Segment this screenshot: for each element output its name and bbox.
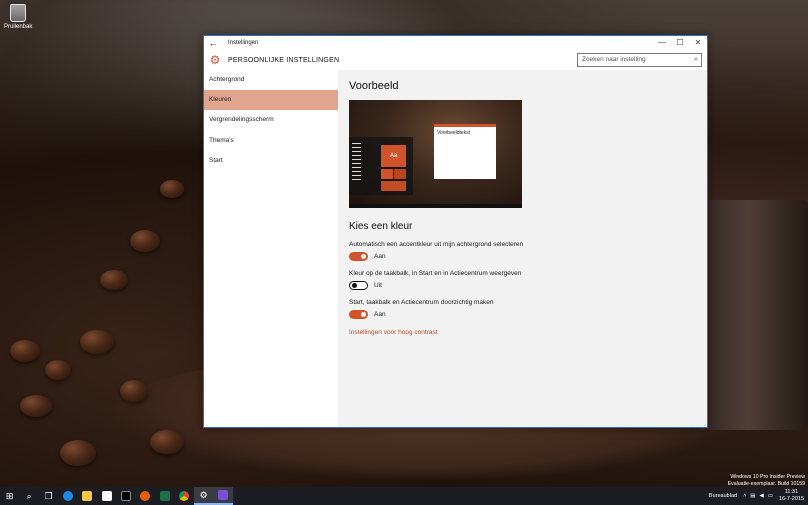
volume-icon[interactable]: ◀ (759, 493, 763, 499)
page-title: PERSOONLIJKE INSTELLINGEN (228, 56, 340, 64)
main-content: Voorbeeld Aa Voorbeeldtekst Kies een kle… (338, 70, 707, 427)
preview-taskbar (349, 204, 522, 208)
wallpaper-bean (160, 180, 184, 198)
search-icon: ⌕ (26, 490, 32, 501)
watermark-line: Windows 10 Pro Insider Preview (730, 474, 805, 480)
maximize-button[interactable]: ☐ (671, 36, 689, 50)
taskbar-chrome[interactable] (175, 487, 194, 505)
toggle-transparency[interactable]: Aan (349, 310, 707, 319)
search-icon[interactable]: ⌕ (694, 54, 698, 66)
firefox-icon (140, 491, 151, 501)
toggle-state: Aan (374, 311, 386, 318)
sidebar: Achtergrond Kleuren Vergrendelingsscherm… (204, 70, 338, 427)
taskbar-explorer[interactable] (78, 487, 97, 505)
app-icon (217, 490, 228, 500)
sidebar-item-kleuren[interactable]: Kleuren (204, 90, 338, 111)
store-icon (101, 491, 112, 501)
preview-tile-small (394, 169, 406, 179)
color-heading: Kies een kleur (349, 221, 413, 232)
option-label: Automatisch een accentkleur uit mijn ach… (349, 241, 524, 248)
preview-tile-wide (381, 181, 406, 191)
color-preview: Aa Voorbeeldtekst (349, 100, 522, 208)
toggle-state: Aan (374, 253, 386, 260)
search-input[interactable]: Zoeken naar instelling ⌕ (577, 53, 702, 67)
wallpaper-bean (80, 330, 114, 354)
recycle-bin-label: Prullenbak (4, 24, 33, 30)
recycle-bin-shortcut[interactable]: Prullenbak (4, 4, 32, 31)
recycle-bin-icon (10, 4, 26, 22)
task-view-icon: ❐ (44, 490, 53, 501)
gear-icon: ⚙ (209, 53, 221, 67)
sidebar-item-vergrendelingsscherm[interactable]: Vergrendelingsscherm (204, 110, 338, 130)
toggle-switch[interactable] (349, 252, 368, 261)
edge-icon (62, 491, 73, 501)
back-arrow-icon[interactable]: ← (204, 36, 222, 50)
wallpaper-bean (120, 380, 148, 402)
search-placeholder: Zoeken naar instelling (582, 56, 646, 63)
wallpaper-bean (60, 440, 96, 466)
system-tray: Bureaublad ˄ ▤ ◀ ▭ 11:31 16-7-2015 (709, 487, 804, 505)
gear-icon: ⚙ (199, 489, 208, 500)
chevron-up-icon[interactable]: ˄ (743, 493, 746, 499)
clock[interactable]: 11:31 16-7-2015 (779, 489, 804, 503)
title-bar: ← Instellingen — ☐ ✕ (204, 36, 707, 50)
preview-tile: Aa (381, 145, 406, 167)
windows-logo-icon: ⊞ (5, 490, 14, 501)
excel-icon (159, 491, 170, 501)
preview-heading: Voorbeeld (349, 80, 399, 92)
taskbar-firefox[interactable] (136, 487, 155, 505)
preview-list (352, 143, 361, 183)
sidebar-item-achtergrond[interactable]: Achtergrond (204, 70, 338, 90)
preview-tile-small (381, 169, 393, 179)
wallpaper-bean (100, 270, 128, 290)
task-view-button[interactable]: ❐ (39, 487, 58, 505)
folder-icon (82, 491, 93, 501)
wallpaper-bean (130, 230, 160, 252)
taskbar-settings[interactable]: ⚙ (193, 487, 214, 505)
taskbar-excel[interactable] (155, 487, 174, 505)
preview-dialog-text: Voorbeeldtekst (437, 130, 471, 136)
close-button[interactable]: ✕ (689, 36, 707, 50)
taskbar: ⊞ ⌕ ❐ ⚙ Bureaublad ˄ ▤ ◀ ▭ 11:31 16-7-20… (0, 487, 808, 505)
taskbar-edge[interactable] (58, 487, 77, 505)
taskbar-cmd[interactable] (116, 487, 135, 505)
preview-dialog: Voorbeeldtekst (434, 124, 496, 179)
toggle-switch[interactable] (349, 310, 368, 319)
toggle-auto-accent[interactable]: Aan (349, 252, 707, 261)
network-icon[interactable]: ▤ (750, 493, 755, 499)
minimize-button[interactable]: — (653, 36, 671, 50)
preview-start-menu: Aa (349, 137, 413, 195)
wallpaper-bean (45, 360, 71, 380)
clock-date: 16-7-2015 (778, 496, 804, 502)
taskbar-app[interactable] (213, 487, 233, 505)
toggle-color-taskbar[interactable]: Uit (349, 281, 707, 290)
settings-window: ← Instellingen — ☐ ✕ ⚙ PERSOONLIJKE INST… (203, 35, 708, 428)
option-label: Start, taakbalk en Actiecentrum doorzich… (349, 299, 494, 306)
clock-time: 11:31 (784, 489, 799, 495)
chrome-icon (179, 491, 190, 501)
sidebar-item-themas[interactable]: Thema's (204, 131, 338, 151)
search-button[interactable]: ⌕ (19, 487, 38, 505)
wallpaper-bean (10, 340, 40, 362)
terminal-icon (121, 491, 132, 501)
desktop-toolbar-label[interactable]: Bureaublad (709, 493, 737, 499)
start-button[interactable]: ⊞ (0, 487, 19, 505)
wallpaper-bean (150, 430, 184, 454)
window-title: Instellingen (228, 40, 259, 46)
toggle-switch[interactable] (349, 281, 368, 290)
high-contrast-link[interactable]: Instellingen voor hoog contrast (349, 329, 707, 336)
taskbar-store[interactable] (97, 487, 116, 505)
toggle-state: Uit (374, 282, 382, 289)
option-label: Kleur op de taakbalk, in Start en in Act… (349, 270, 522, 277)
notification-icon[interactable]: ▭ (768, 493, 773, 499)
build-watermark: Windows 10 Pro Insider Preview Evaluatie… (728, 474, 805, 488)
sidebar-item-start[interactable]: Start (204, 151, 338, 171)
wallpaper-bean (20, 395, 52, 417)
